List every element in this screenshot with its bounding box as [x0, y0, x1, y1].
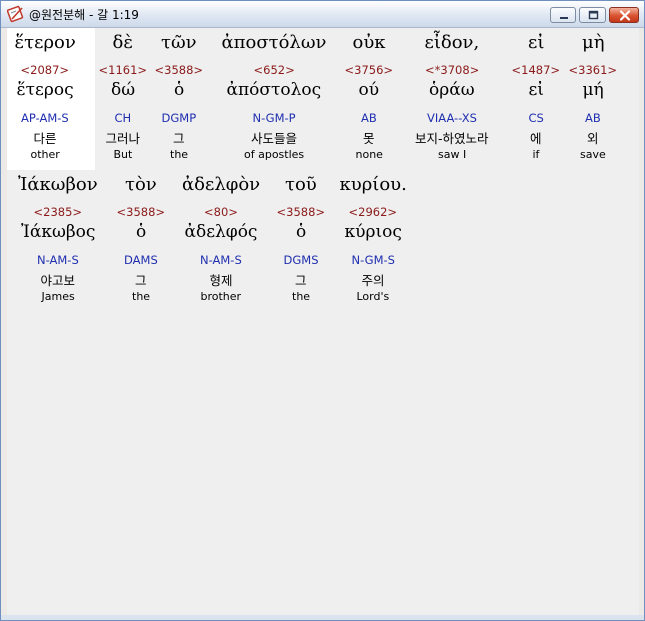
title-bar[interactable]: @원전분해 - 갈 1:19	[1, 1, 644, 28]
word-strong: <*3708>	[425, 63, 480, 77]
word-korean: 사도들을	[251, 131, 298, 146]
word-parse: DGMP	[161, 111, 197, 125]
word-greek: τὸν	[125, 174, 157, 195]
word-parse: AB	[361, 111, 377, 125]
close-icon	[619, 10, 631, 21]
word-lemma: ὁ	[136, 222, 147, 242]
word-korean: 그	[135, 273, 147, 288]
window-title: @원전분해 - 갈 1:19	[29, 8, 139, 22]
word-korean: 에	[530, 131, 542, 146]
word-parse: VIAA--XS	[427, 111, 477, 125]
word-lemma: δώ	[111, 80, 136, 100]
book-pen-icon[interactable]	[6, 5, 25, 23]
word-greek: μὴ	[582, 32, 605, 53]
window-frame-bottom	[1, 615, 644, 620]
word-korean: 형제	[209, 273, 233, 288]
word-korean: 야고보	[40, 273, 76, 288]
word-english: save	[580, 148, 606, 161]
word-lemma: ού	[358, 80, 380, 100]
word-english: none	[355, 148, 383, 161]
word-parse: N-AM-S	[37, 253, 79, 267]
word-lemma: ὁράω	[429, 80, 475, 100]
word-greek: εἰ	[528, 32, 545, 53]
word-korean: 보지-하였노라	[415, 131, 489, 146]
word-greek: κυρίου.	[339, 174, 407, 195]
minimize-icon	[560, 17, 568, 19]
word-greek: οὐκ	[352, 32, 386, 53]
word-parse: DGMS	[283, 253, 319, 267]
word-strong: <1487>	[511, 63, 561, 77]
word-english: saw I	[438, 148, 467, 161]
word-english: But	[113, 148, 133, 161]
word-strong: <3588>	[116, 205, 166, 219]
word-parse: N-GM-S	[351, 253, 395, 267]
word-korean: 외	[587, 131, 599, 146]
word-english: the	[292, 290, 311, 303]
word-parse: N-GM-P	[252, 111, 296, 125]
word-lemma: Ἰάκωβος	[21, 222, 96, 242]
word-english: of apostles	[244, 148, 305, 161]
word-korean: 그러나	[105, 131, 141, 146]
word-lemma: εἰ	[528, 80, 544, 100]
word-english: if	[532, 148, 540, 161]
minimize-button[interactable]	[550, 7, 576, 23]
word-english: James	[41, 290, 75, 303]
word-lemma: ὁ	[296, 222, 307, 242]
word-lemma: ἀπόστολος	[226, 80, 322, 100]
word-greek: Ἰάκωβον	[18, 174, 98, 195]
word-lemma: ἕτερος	[16, 80, 74, 100]
word-parse: AB	[585, 111, 601, 125]
word-parse: N-AM-S	[200, 253, 242, 267]
word-greek: ἕτερον	[14, 32, 76, 53]
word-lemma: ὁ	[174, 80, 185, 100]
maximize-icon	[588, 10, 599, 20]
word-korean: 주의	[361, 273, 385, 288]
word-strong: <3588>	[276, 205, 326, 219]
word-lemma: ἀδελφός	[184, 222, 258, 242]
word-greek: εἶδον,	[424, 32, 480, 53]
close-button[interactable]	[609, 7, 639, 23]
word-english: other	[30, 148, 60, 161]
word-parse: AP-AM-S	[21, 111, 69, 125]
maximize-button[interactable]	[579, 7, 606, 23]
app-window: @원전분해 - 갈 1:19 ἕτερον <2087> ἕτερος AP-AM-S…	[0, 0, 645, 621]
word-strong: <2385>	[33, 205, 83, 219]
word-strong: <3756>	[344, 63, 394, 77]
word-english: Lord's	[356, 290, 390, 303]
word-strong: <2962>	[348, 205, 398, 219]
word-parse: CS	[528, 111, 544, 125]
word-english: brother	[200, 290, 242, 303]
word-greek: τῶν	[161, 32, 197, 53]
word-strong: <3588>	[154, 63, 204, 77]
word-greek: ἀποστόλων	[221, 32, 327, 53]
word-lemma: μή	[582, 80, 604, 100]
word-strong: <3361>	[568, 63, 618, 77]
interlinear-panel[interactable]: ἕτερον <2087> ἕτερος AP-AM-S 다른 other δὲ <1161>…	[7, 28, 639, 615]
word-lemma: κύριος	[344, 222, 402, 242]
word-strong: <80>	[204, 205, 238, 219]
word-korean: 그	[295, 273, 307, 288]
word-greek: δὲ	[112, 32, 134, 53]
word-korean: 그	[173, 131, 185, 146]
word-parse: CH	[114, 111, 132, 125]
word-korean: 다른	[33, 131, 57, 146]
word-english: the	[170, 148, 189, 161]
word-parse: DAMS	[124, 253, 158, 267]
word-english: the	[132, 290, 151, 303]
word-greek: τοῦ	[285, 174, 317, 195]
word-strong: <652>	[253, 63, 295, 77]
word-strong: <2087>	[20, 63, 70, 77]
word-strong: <1161>	[98, 63, 148, 77]
word-greek: ἀδελφὸν	[182, 174, 261, 195]
word-korean: 못	[363, 131, 375, 146]
